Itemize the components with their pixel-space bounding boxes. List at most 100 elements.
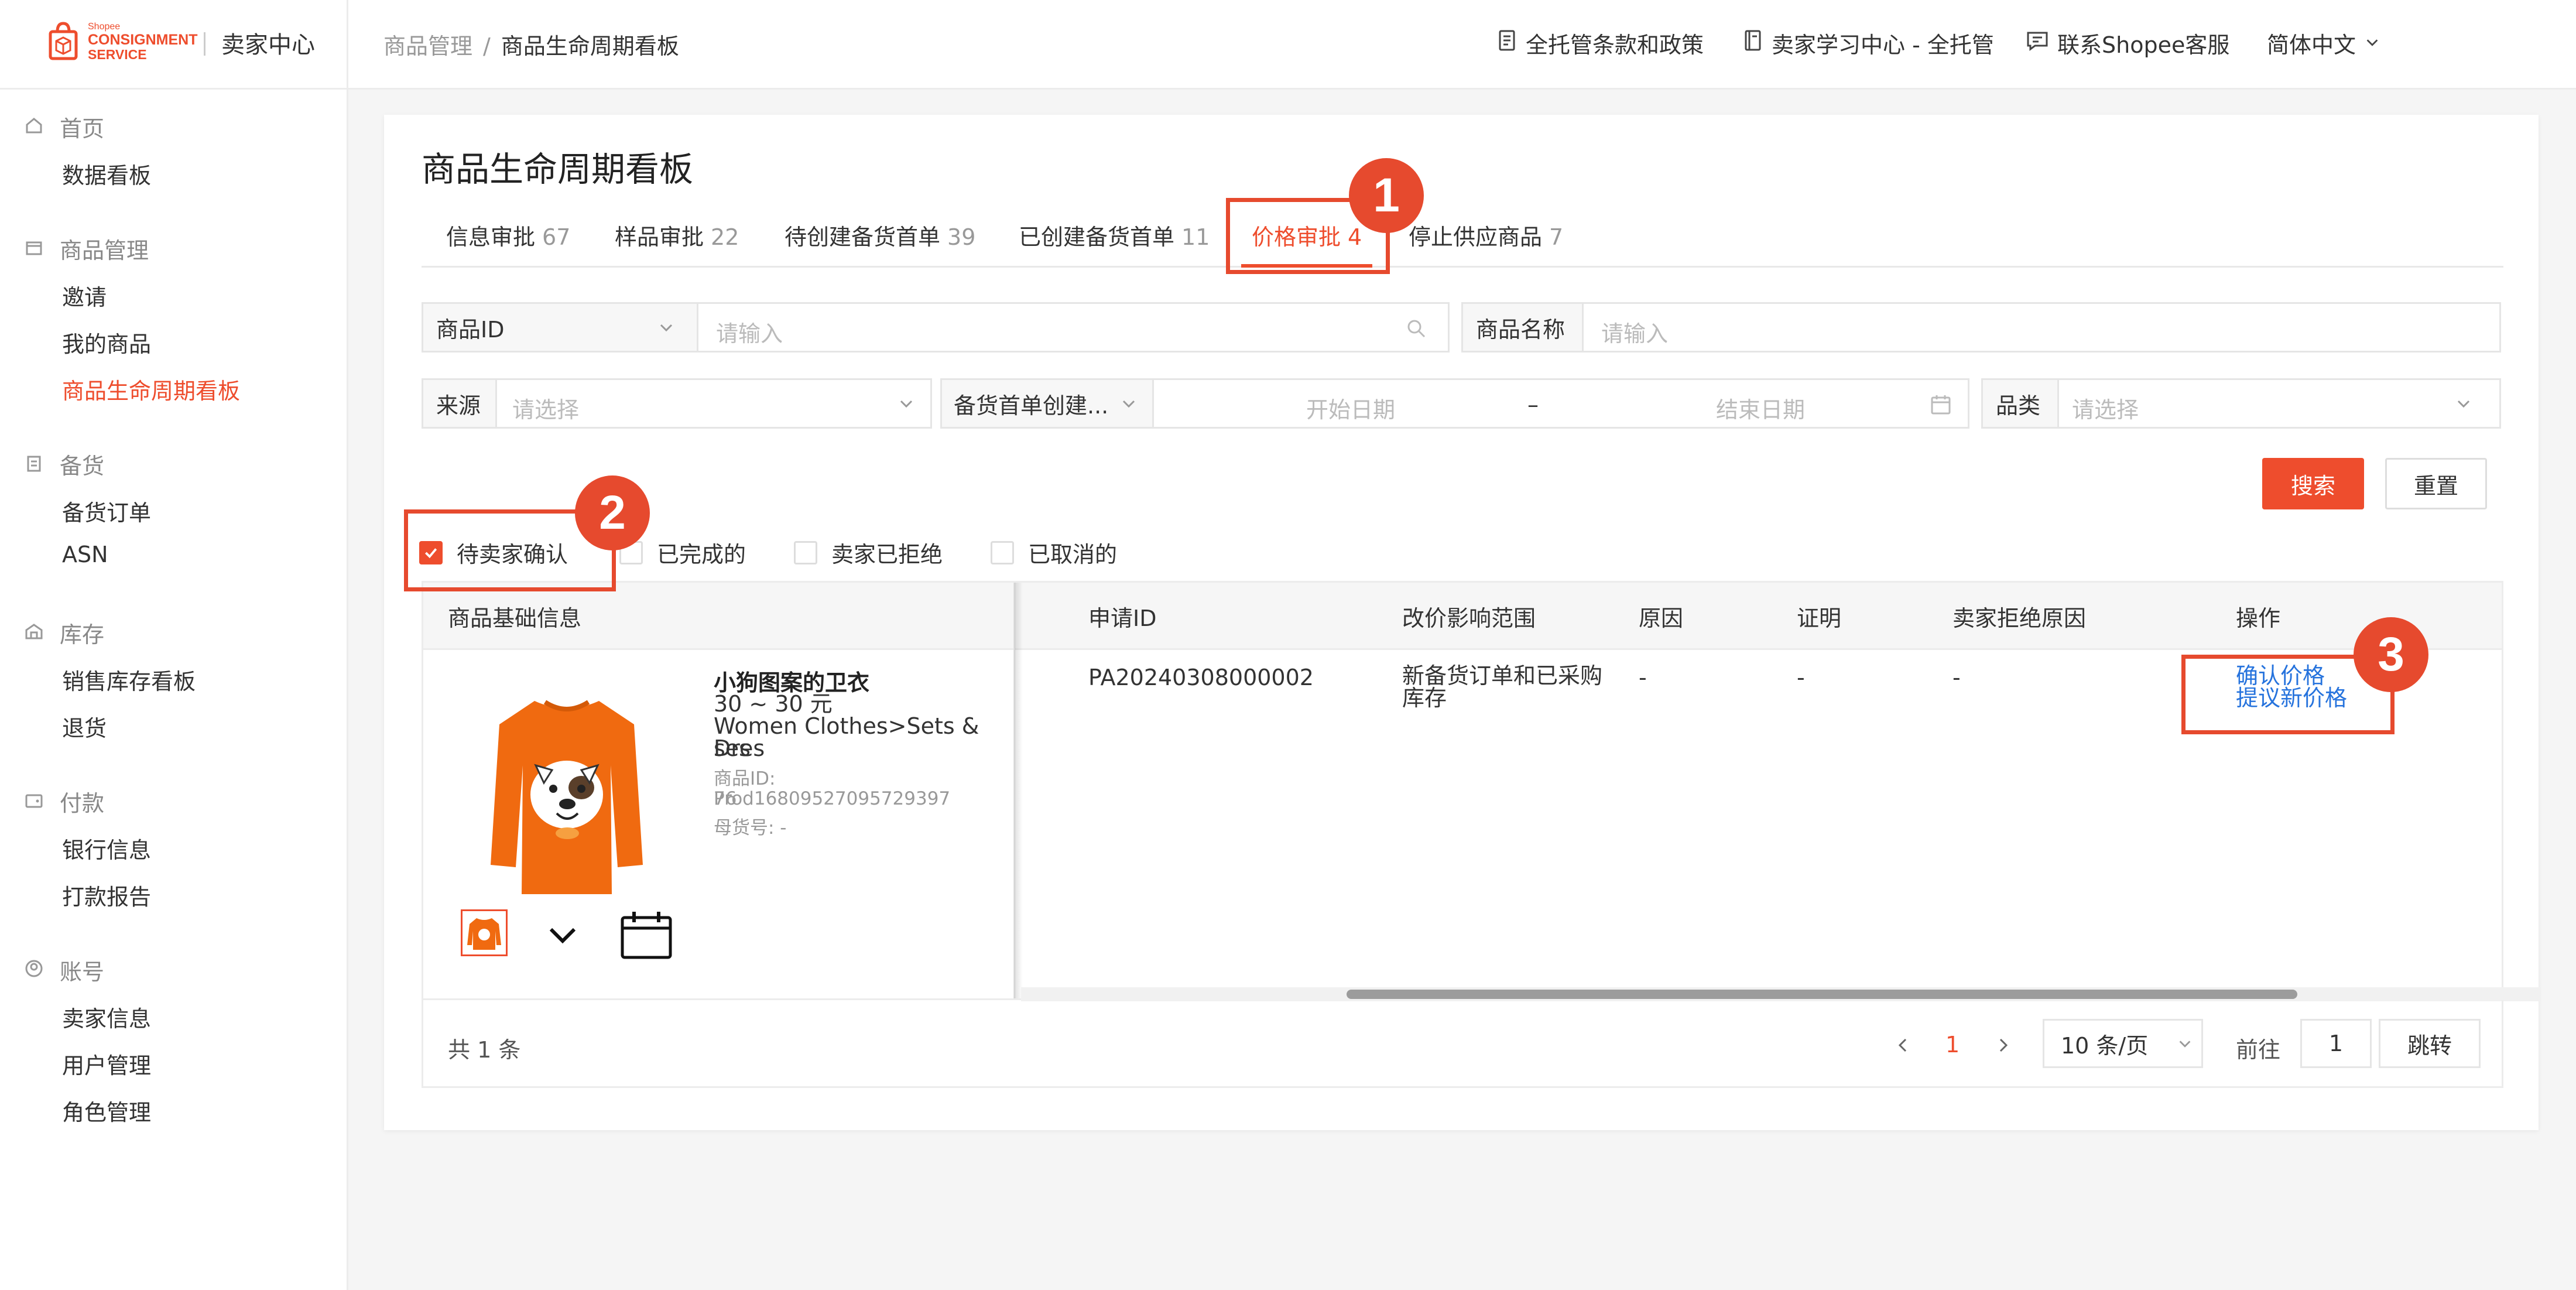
sidebar-group-payment: 付款 [25, 785, 104, 817]
sidebar: 首页 数据看板 商品管理 邀请 我的商品 商品生命周期看板 备货 备货订单 AS… [0, 90, 348, 1290]
sidebar-item-user-management[interactable]: 用户管理 [62, 1048, 151, 1080]
product-price: 30 ~ 30 元 [714, 691, 833, 717]
product-name-input[interactable]: 请输入 [1601, 316, 1668, 348]
sidebar-group-label: 账号 [60, 959, 105, 985]
sidebar-item-my-products[interactable]: 我的商品 [62, 326, 151, 358]
clipboard-icon [25, 451, 43, 477]
reset-button[interactable]: 重置 [2385, 458, 2487, 509]
tab-label: 信息审批 [446, 224, 536, 250]
sidebar-item-dashboard[interactable]: 数据看板 [62, 158, 151, 190]
date-range-filter: 备货首单创建... 开始日期 – 结束日期 [940, 378, 1969, 429]
home-icon [25, 114, 43, 140]
sidebar-item-sales-inventory[interactable]: 销售库存看板 [62, 663, 196, 696]
shopee-bag-logo-icon[interactable] [47, 21, 80, 61]
sidebar-item-seller-info[interactable]: 卖家信息 [62, 1001, 151, 1033]
header-link-label: 全托管条款和政策 [1526, 32, 1704, 58]
tab-info-approval[interactable]: 信息审批 67 [446, 219, 570, 251]
horizontal-scrollbar-thumb[interactable] [1347, 990, 2297, 999]
language-selector[interactable]: 简体中文 [2267, 27, 2380, 59]
sidebar-group-label: 商品管理 [60, 238, 149, 264]
column-header: 证明 [1797, 605, 1842, 631]
breadcrumb-root[interactable]: 商品管理 [383, 33, 472, 59]
end-date-input[interactable]: 结束日期 [1716, 392, 1805, 424]
search-button[interactable]: 搜索 [2262, 458, 2364, 509]
category-placeholder: 请选择 [2072, 397, 2139, 423]
chevron-left-icon[interactable] [1894, 1036, 1912, 1054]
product-name-label: 商品名称 [1463, 304, 1584, 351]
field-label: 商品名称 [1476, 316, 1566, 343]
chevron-down-icon [1122, 400, 1135, 408]
sidebar-item-lifecycle-board[interactable]: 商品生命周期看板 [62, 373, 240, 405]
user-icon [25, 957, 43, 983]
header-link-policy[interactable]: 全托管条款和政策 [1498, 27, 1704, 59]
tab-created-first-order[interactable]: 已创建备货首单 11 [1019, 219, 1210, 251]
search-icon[interactable] [1406, 318, 1427, 339]
sidebar-item-bank-info[interactable]: 银行信息 [62, 832, 151, 864]
filter-completed[interactable]: 已完成的 [619, 536, 746, 569]
calendar-icon[interactable] [1929, 393, 1952, 416]
calendar-icon[interactable] [620, 911, 673, 960]
chevron-right-icon[interactable] [1995, 1036, 2012, 1054]
page-size-value: 10 条/页 [2061, 1032, 2149, 1059]
warehouse-icon [25, 620, 43, 646]
checkbox[interactable] [794, 540, 817, 564]
select-value: 商品ID [436, 316, 505, 343]
sidebar-item-stock-orders[interactable]: 备货订单 [62, 495, 151, 527]
filter-seller-rejected[interactable]: 卖家已拒绝 [794, 536, 943, 569]
tab-pending-first-order[interactable]: 待创建备货首单 39 [785, 219, 975, 251]
start-date-input[interactable]: 开始日期 [1306, 392, 1395, 424]
column-header: 卖家拒绝原因 [1952, 605, 2087, 631]
sidebar-group-label: 库存 [60, 622, 105, 648]
tab-label: 待创建备货首单 [785, 224, 941, 250]
filter-label: 卖家已拒绝 [831, 542, 943, 567]
category-select[interactable]: 品类 请选择 [1981, 378, 2501, 429]
header-link-support[interactable]: 联系Shopee客服 [2026, 27, 2229, 59]
header-link-label: 联系Shopee客服 [2057, 32, 2230, 58]
column-header: 原因 [1639, 605, 1684, 631]
sidebar-group-products: 商品管理 [25, 232, 149, 265]
page-number-current[interactable]: 1 [1945, 1032, 1960, 1058]
logo-line-1: Shopee [88, 22, 121, 32]
product-image[interactable] [488, 689, 646, 900]
sidebar-item-asn[interactable]: ASN [62, 542, 108, 567]
tab-bar: 信息审批 67 样品审批 22 待创建备货首单 39 已创建备货首单 11 价格审批 4 … [422, 214, 2503, 268]
app-name: 卖家中心 [221, 32, 315, 59]
chevron-down-icon[interactable] [545, 925, 580, 948]
product-id-search: 商品ID 请输入 [422, 302, 1450, 353]
callout-badge-1: 1 [1349, 158, 1424, 233]
category-label: 品类 [1983, 380, 2059, 427]
pagination-bar: 共 1 条 1 10 条/页 前往 1 跳转 [422, 1000, 2503, 1088]
header-divider [347, 0, 348, 88]
header-link-learning[interactable]: 卖家学习中心 - 全托管 [1743, 27, 1994, 59]
sidebar-group-home: 首页 [25, 111, 104, 143]
tab-sample-approval[interactable]: 样品审批 22 [615, 219, 739, 251]
goto-page-input[interactable]: 1 [2300, 1019, 2372, 1068]
page-size-select[interactable]: 10 条/页 [2043, 1019, 2203, 1068]
breadcrumb-separator: / [483, 33, 491, 59]
callout-badge-3: 3 [2354, 617, 2428, 692]
product-thumbnail[interactable] [461, 909, 508, 956]
sidebar-item-role-management[interactable]: 角色管理 [62, 1094, 151, 1127]
box-icon [25, 236, 43, 262]
sidebar-item-returns[interactable]: 退货 [62, 710, 107, 742]
source-label: 来源 [423, 380, 497, 427]
tab-label: 已创建备货首单 [1019, 224, 1175, 250]
sidebar-item-invite[interactable]: 邀请 [62, 279, 107, 312]
tab-count: 11 [1181, 224, 1210, 250]
tab-count: 22 [711, 224, 739, 250]
logo-line-3: SERVICE [88, 47, 147, 63]
tab-stopped-supply[interactable]: 停止供应商品 7 [1409, 219, 1563, 251]
filter-cancelled[interactable]: 已取消的 [991, 536, 1117, 569]
product-id-cont: 76 [714, 788, 737, 809]
checkbox[interactable] [991, 540, 1014, 564]
filter-label: 已完成的 [657, 542, 746, 567]
jump-label: 跳转 [2407, 1032, 2452, 1059]
product-name-search: 商品名称 请输入 [1461, 302, 2501, 353]
consignment-logo-text: Shopee CONSIGNMENT SERVICE [88, 22, 198, 61]
chevron-down-icon [2364, 30, 2380, 56]
product-id-input[interactable]: 请输入 [716, 316, 783, 348]
sidebar-item-payout-report[interactable]: 打款报告 [62, 879, 151, 911]
jump-button[interactable]: 跳转 [2379, 1019, 2481, 1068]
select-value: 备货首单创建... [954, 392, 1109, 419]
source-select[interactable]: 来源 请选择 [422, 378, 932, 429]
